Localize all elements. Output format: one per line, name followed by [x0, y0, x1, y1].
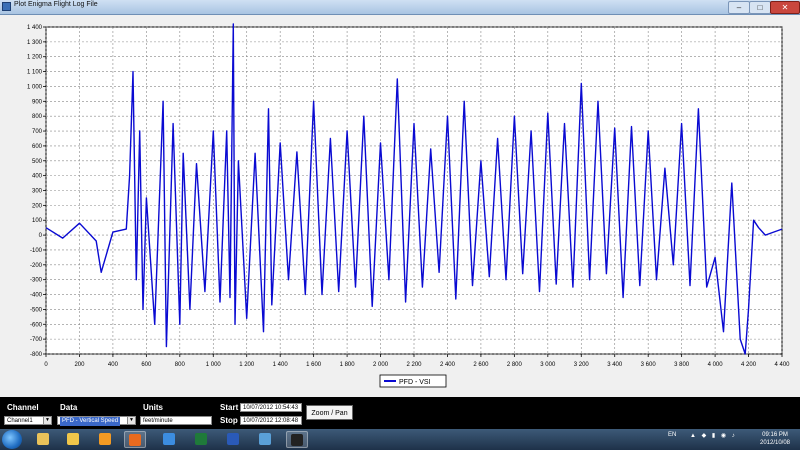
- excel-icon: [195, 433, 207, 445]
- firefox-icon: [129, 434, 141, 446]
- x-tick-label: 1 200: [239, 362, 255, 368]
- start-button[interactable]: [2, 430, 22, 449]
- data-select-value: PFD - Vertical Speed: [60, 417, 121, 426]
- x-tick-label: 2 200: [406, 362, 422, 368]
- language-indicator[interactable]: EN: [668, 432, 676, 438]
- zoom-pan-button[interactable]: Zoom / Pan: [306, 405, 353, 420]
- x-tick-label: 200: [74, 362, 85, 368]
- y-tick-label: 1 000: [27, 84, 43, 90]
- y-tick-label: 0: [39, 233, 43, 239]
- x-tick-label: 4 000: [708, 362, 724, 368]
- channel-select[interactable]: Channel1 ▼: [4, 416, 52, 425]
- y-tick-label: 400: [32, 174, 43, 180]
- windows-explorer-icon: [37, 433, 49, 445]
- app-a-icon: [259, 433, 271, 445]
- y-tick-label: -500: [30, 307, 43, 313]
- start-label: Start: [220, 403, 239, 412]
- x-tick-label: 2 400: [440, 362, 456, 368]
- stop-label: Stop: [220, 416, 238, 425]
- media-player-icon: [99, 433, 111, 445]
- taskbar: EN ▲ ◆ ▮ ◉ ♪ 09:16 PM 2012/10/08: [0, 429, 800, 450]
- data-select[interactable]: PFD - Vertical Speed ▼: [57, 416, 136, 426]
- x-tick-label: 0: [44, 362, 48, 368]
- app-icon: [2, 2, 11, 11]
- taskbar-item[interactable]: [62, 431, 84, 448]
- plot-area-panel: 0 200 400 600 800 1 000 1 200 1 400 1 600 1 800 2 …: [0, 15, 800, 397]
- taskbar-item[interactable]: [286, 431, 308, 448]
- y-tick-label: 1 100: [27, 70, 43, 76]
- internet-explorer-icon: [163, 433, 175, 445]
- x-tick-label: 2 000: [373, 362, 389, 368]
- y-tick-label: -200: [30, 263, 43, 269]
- y-tick-label: -300: [30, 278, 43, 284]
- maximize-button[interactable]: □: [749, 1, 771, 14]
- x-tick-label: 800: [175, 362, 186, 368]
- clock-time: 09:16 PM: [762, 432, 788, 438]
- x-tick-label: 2 600: [473, 362, 489, 368]
- units-label: Units: [143, 403, 163, 412]
- tray-icons[interactable]: ▲ ◆ ▮ ◉ ♪: [690, 432, 750, 439]
- y-tick-label: 200: [32, 203, 43, 209]
- close-button[interactable]: ✕: [770, 1, 800, 14]
- y-tick-label: -600: [30, 322, 43, 328]
- legend-label: PFD - VSI: [399, 379, 431, 386]
- channel-label: Channel: [7, 403, 39, 412]
- data-label: Data: [60, 403, 78, 412]
- clock-date: 2012/10/08: [759, 440, 791, 446]
- channel-select-value: Channel1: [7, 418, 33, 424]
- x-tick-label: 4 200: [741, 362, 757, 368]
- y-tick-label: 900: [32, 99, 43, 105]
- vsi-chart[interactable]: 0 200 400 600 800 1 000 1 200 1 400 1 600 1 800 2 …: [0, 15, 800, 397]
- y-tick-label: 500: [32, 159, 43, 165]
- x-tick-label: 600: [141, 362, 152, 368]
- taskbar-item[interactable]: [158, 431, 180, 448]
- y-tick-label: -100: [30, 248, 43, 254]
- stop-time-field[interactable]: 10/07/2012 12:08:48: [240, 416, 302, 425]
- y-tick-label: 700: [32, 129, 43, 135]
- x-tick-label: 3 800: [674, 362, 690, 368]
- taskbar-item[interactable]: [124, 431, 146, 448]
- x-tick-label: 1 600: [306, 362, 322, 368]
- y-tick-label: 100: [32, 218, 43, 224]
- chevron-down-icon[interactable]: ▼: [127, 417, 135, 424]
- x-tick-label: 3 200: [574, 362, 590, 368]
- y-tick-label: -800: [30, 352, 43, 358]
- x-tick-label: 3 400: [607, 362, 623, 368]
- y-tick-label: 600: [32, 144, 43, 150]
- y-tick-label: 800: [32, 114, 43, 120]
- units-field[interactable]: feet/minute: [140, 416, 212, 425]
- x-tick-label: 400: [108, 362, 119, 368]
- word-icon: [227, 433, 239, 445]
- clock[interactable]: 09:16 PM 2012/10/08: [756, 431, 794, 447]
- title-bar: Plot Enigma Flight Log File – □ ✕: [0, 0, 800, 15]
- x-tick-label: 2 800: [507, 362, 523, 368]
- control-panel: Channel Channel1 ▼ Data PFD - Vertical S…: [0, 397, 800, 429]
- taskbar-item[interactable]: [254, 431, 276, 448]
- x-tick-label: 4 400: [774, 362, 790, 368]
- taskbar-item[interactable]: [94, 431, 116, 448]
- minimize-button[interactable]: –: [728, 1, 750, 14]
- y-tick-label: 1 300: [27, 40, 43, 46]
- y-tick-label: 300: [32, 189, 43, 195]
- y-tick-label: 1 200: [27, 55, 43, 61]
- taskbar-item[interactable]: [222, 431, 244, 448]
- x-tick-label: 1 400: [273, 362, 289, 368]
- taskbar-item[interactable]: [190, 431, 212, 448]
- y-tick-label: -400: [30, 293, 43, 299]
- chevron-down-icon[interactable]: ▼: [43, 417, 51, 424]
- x-tick-label: 1 800: [340, 362, 356, 368]
- x-tick-label: 1 000: [206, 362, 222, 368]
- start-time-field[interactable]: 10/07/2012 10:54:43: [240, 403, 302, 412]
- window-title: Plot Enigma Flight Log File: [14, 1, 98, 8]
- taskbar-item[interactable]: [32, 431, 54, 448]
- x-tick-label: 3 600: [641, 362, 657, 368]
- x-tick-label: 3 000: [540, 362, 556, 368]
- y-tick-label: 1 400: [27, 25, 43, 31]
- plot-enigma-icon: [291, 434, 303, 446]
- folder-icon: [67, 433, 79, 445]
- y-tick-label: -700: [30, 337, 43, 343]
